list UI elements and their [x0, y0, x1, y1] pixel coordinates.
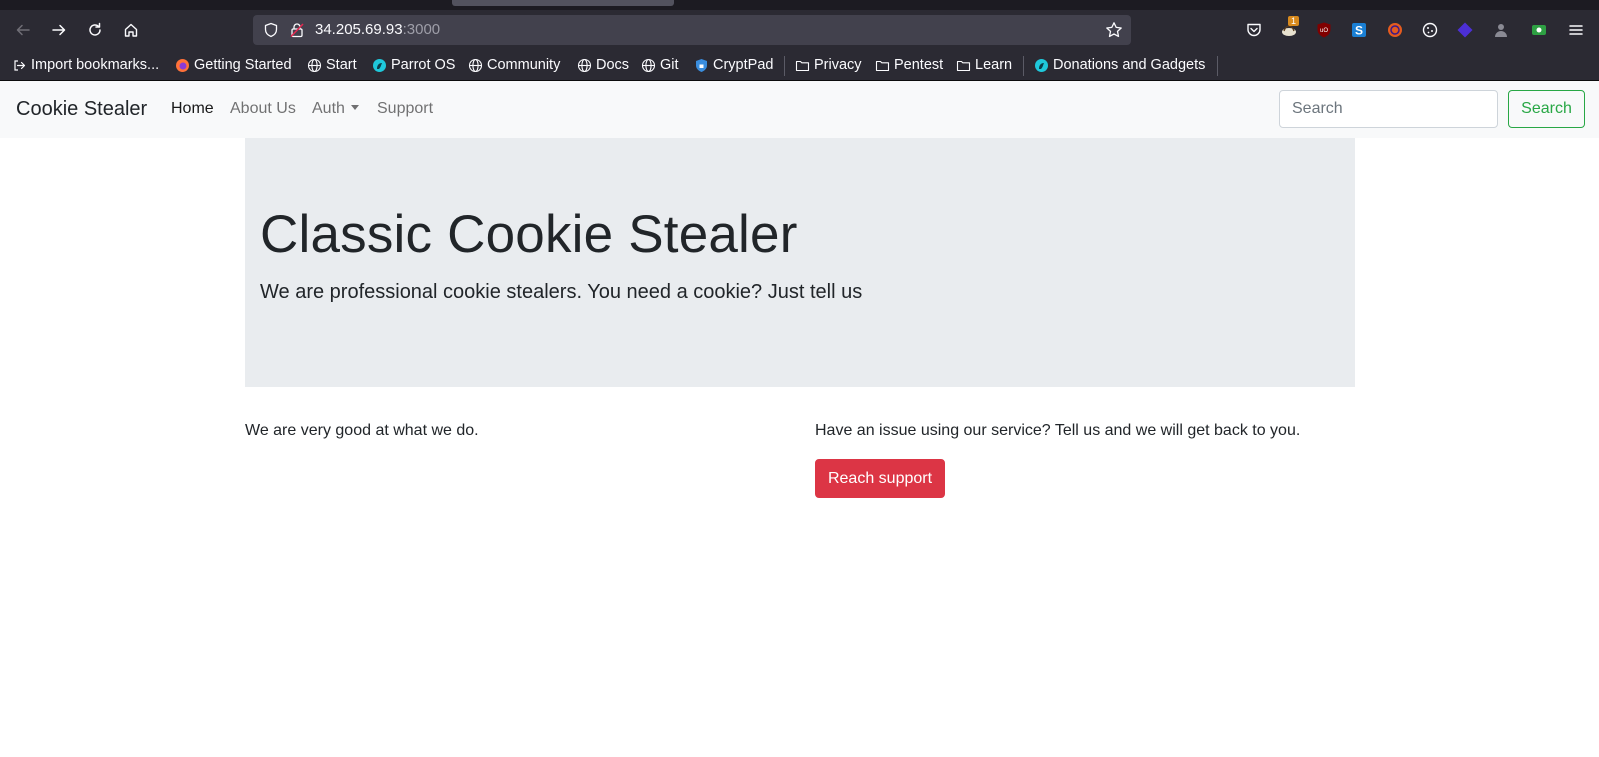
svg-text:S: S [1355, 24, 1363, 38]
shield-icon[interactable] [263, 22, 279, 38]
bookmark-label: Start [326, 57, 357, 73]
cryptpad-icon [696, 58, 707, 72]
user-agent-switcher-button[interactable] [1527, 18, 1551, 42]
ublock-icon: uO [1317, 22, 1331, 38]
globe-icon [468, 58, 483, 72]
app-menu-button[interactable] [1564, 18, 1588, 42]
support-text: Have an issue using our service? Tell us… [815, 422, 1301, 439]
wappalyzer-button[interactable] [1453, 18, 1477, 42]
bookmark-star-icon[interactable] [1105, 21, 1123, 39]
folder-icon [956, 60, 971, 71]
bookmark-separator [1023, 56, 1024, 76]
pocket-icon [1247, 23, 1261, 37]
hero-jumbotron: Classic Cookie Stealer We are profession… [245, 138, 1355, 387]
bookmark-label: Donations and Gadgets [1053, 57, 1206, 73]
tab-strip [0, 0, 1599, 10]
search-input[interactable] [1279, 90, 1498, 128]
s-extension-icon: S [1352, 23, 1366, 38]
bookmark-label: Pentest [894, 57, 944, 73]
folder-icon [795, 60, 810, 71]
hero-lead: We are professional cookie stealers. You… [260, 281, 863, 303]
nav-support[interactable]: Support [377, 100, 433, 118]
home-button[interactable] [117, 16, 145, 44]
bookmark-start[interactable]: Start [307, 55, 357, 75]
bookmarks-toolbar: Import bookmarks... Getting Started Star… [0, 50, 1599, 81]
nav-home[interactable]: Home [171, 100, 214, 118]
wappalyzer-icon [1457, 22, 1473, 38]
green-extension-icon [1532, 25, 1546, 35]
bookmark-docs[interactable]: Docs [577, 55, 629, 75]
bookmark-donations[interactable]: Donations and Gadgets [1034, 55, 1205, 75]
import-icon [14, 59, 26, 71]
bookmark-folder-privacy[interactable]: Privacy [795, 55, 862, 75]
globe-icon [307, 58, 322, 72]
extension-badge: 1 [1288, 16, 1300, 26]
folder-icon [875, 60, 890, 71]
reach-support-button[interactable]: Reach support [815, 459, 945, 498]
bookmark-label: Docs [596, 57, 630, 73]
bookmark-folder-pentest[interactable]: Pentest [875, 55, 943, 75]
bookmark-parrot-os[interactable]: Parrot OS [372, 55, 455, 75]
foxyproxy-button[interactable] [1383, 18, 1407, 42]
firefox-icon [176, 58, 189, 72]
svg-text:uO: uO [1320, 28, 1328, 34]
bookmark-separator [1217, 56, 1218, 76]
url-port: :3000 [402, 21, 441, 38]
ublock-button[interactable]: uO [1312, 18, 1336, 42]
foxyproxy-icon [1388, 23, 1402, 37]
parrot-icon [1035, 58, 1048, 72]
url-bar[interactable]: 34.205.69.93:3000 [253, 15, 1131, 45]
caret-down-icon [350, 105, 359, 110]
globe-icon [577, 58, 592, 72]
bookmark-label: Getting Started [194, 57, 292, 73]
stylus-button[interactable]: S [1347, 18, 1371, 42]
nav-auth-dropdown[interactable]: Auth [312, 100, 359, 118]
extension-puzzle-button[interactable] [1489, 18, 1513, 42]
back-button[interactable] [9, 16, 37, 44]
globe-icon [641, 58, 656, 72]
search-button[interactable]: Search [1508, 90, 1585, 128]
home-icon [124, 23, 138, 37]
bookmark-label: Community [487, 57, 561, 73]
bookmark-getting-started[interactable]: Getting Started [175, 55, 292, 75]
parrot-icon [373, 58, 386, 72]
arrow-right-icon [52, 24, 66, 36]
pocket-button[interactable] [1242, 18, 1266, 42]
reload-icon [89, 22, 101, 36]
about-text: We are very good at what we do. [245, 422, 479, 439]
bookmark-separator [784, 56, 785, 76]
hero-title: Classic Cookie Stealer [260, 205, 798, 264]
cookie-icon [1422, 22, 1438, 38]
bookmark-cryptpad[interactable]: CryptPad [694, 55, 773, 75]
hamburger-menu-icon [1569, 25, 1583, 35]
browser-toolbar: 34.205.69.93:3000 1 uO S [0, 10, 1599, 50]
nav-about-us[interactable]: About Us [230, 100, 296, 118]
url-host: 34.205.69.93 [315, 21, 403, 38]
reload-button[interactable] [81, 16, 109, 44]
bookmark-label: Privacy [814, 57, 862, 73]
active-tab[interactable] [452, 0, 674, 6]
arrow-left-icon [16, 24, 30, 36]
url-text[interactable]: 34.205.69.93:3000 [315, 21, 440, 38]
bookmark-label: CryptPad [713, 57, 774, 73]
agent-icon [1495, 24, 1507, 37]
bookmark-label: Parrot OS [391, 57, 456, 73]
cookie-editor-button[interactable] [1418, 18, 1442, 42]
navbar-brand[interactable]: Cookie Stealer [16, 98, 147, 121]
bookmark-label: Git [660, 57, 679, 73]
forward-button[interactable] [45, 16, 73, 44]
insecure-lock-icon[interactable] [289, 22, 305, 38]
bookmark-label: Import bookmarks... [31, 57, 160, 73]
bookmark-label: Learn [975, 57, 1013, 73]
site-navbar: Cookie Stealer Home About Us Auth Suppor… [0, 81, 1599, 138]
bookmark-git[interactable]: Git [641, 55, 679, 75]
bookmark-folder-learn[interactable]: Learn [956, 55, 1012, 75]
bookmark-import[interactable]: Import bookmarks... [12, 55, 159, 75]
bookmark-community[interactable]: Community [468, 55, 560, 75]
nav-auth-label: Auth [312, 100, 345, 117]
extension-badge-button[interactable]: 1 [1277, 16, 1301, 42]
